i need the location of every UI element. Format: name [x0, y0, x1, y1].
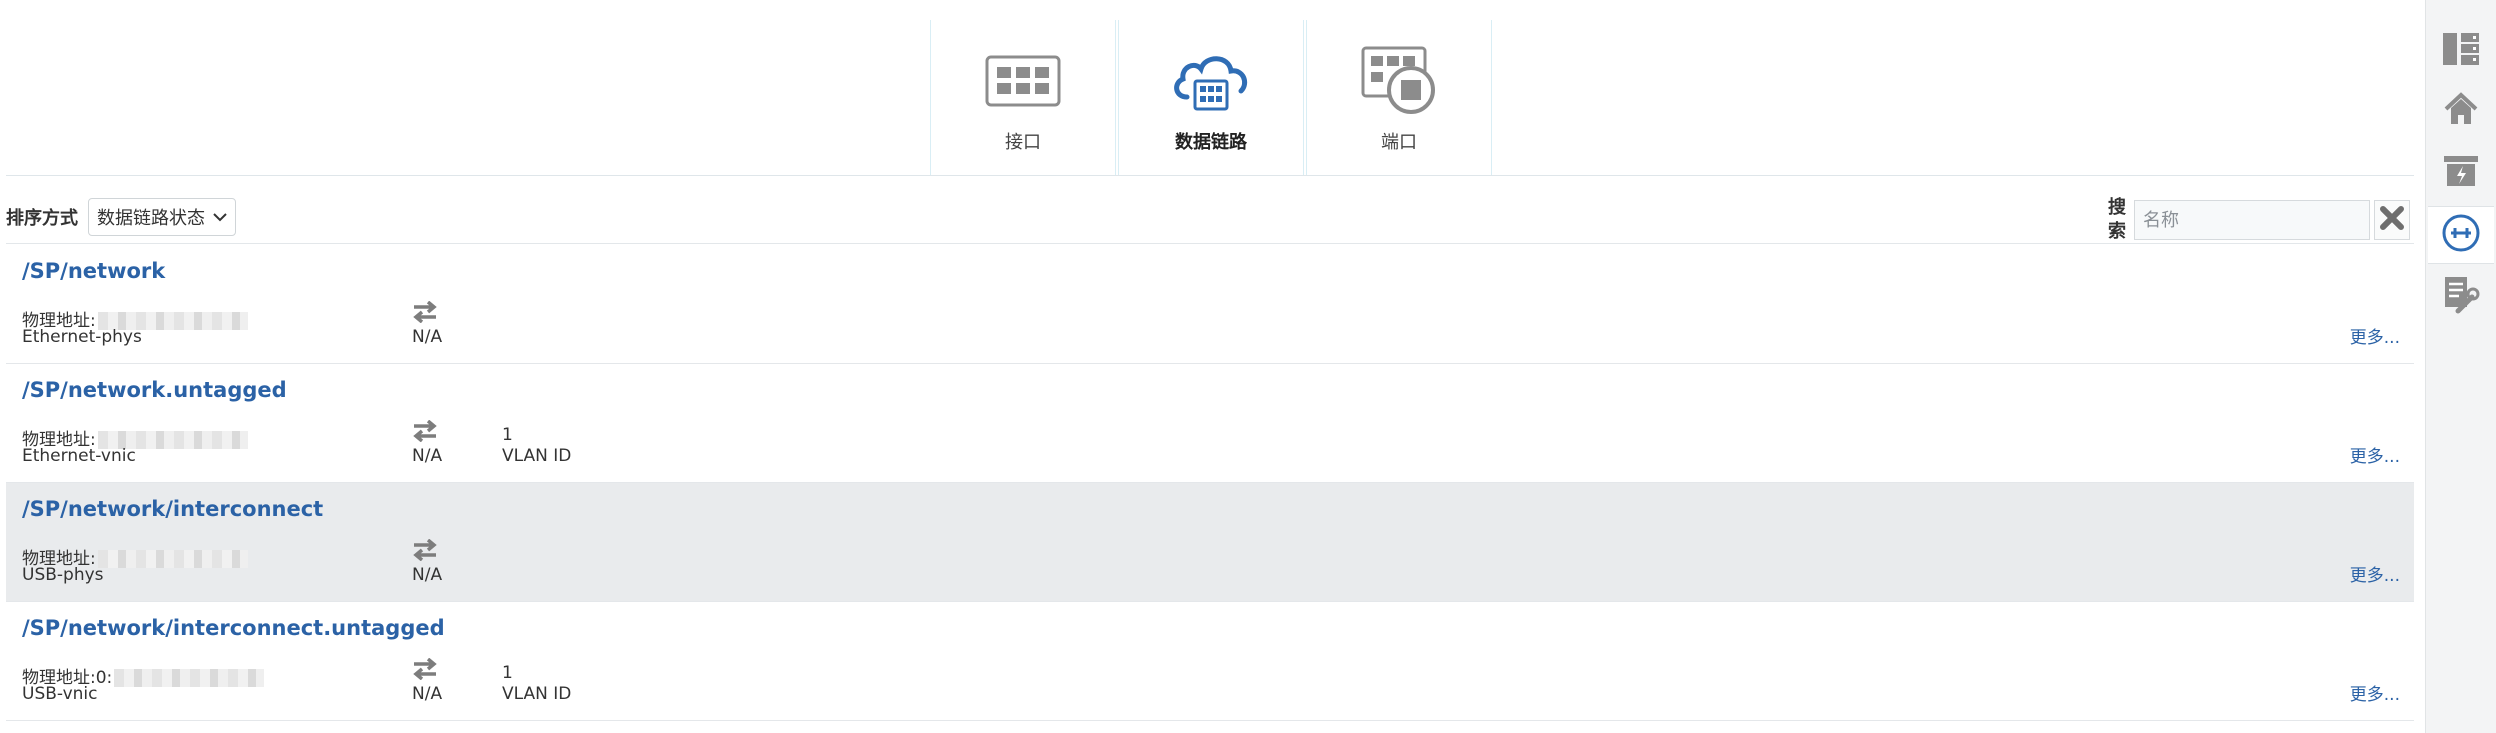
link-status: N/A	[412, 446, 443, 466]
address-value: 0:	[95, 668, 113, 688]
sort-label: 排序方式	[6, 208, 78, 229]
power-box-icon	[2442, 154, 2480, 192]
close-icon	[2379, 205, 2405, 235]
vlan-id-label: VLAN ID	[502, 446, 572, 466]
rail-button-power[interactable]	[2428, 144, 2494, 202]
sort-select[interactable]: 数据链路状态	[88, 198, 236, 236]
clear-search-button[interactable]	[2374, 200, 2410, 240]
redacted-mask	[97, 550, 248, 568]
vlan-id-value: 1	[502, 425, 513, 445]
right-nav-rail	[2425, 0, 2496, 733]
link-type: USB-vnic	[22, 684, 98, 704]
datalink-name-link[interactable]: /SP/network.untagged	[22, 378, 287, 402]
rail-button-maintenance[interactable]	[2428, 268, 2494, 326]
tab-label: 接口	[1005, 132, 1041, 153]
datalink-name-link[interactable]: /SP/network	[22, 259, 165, 283]
rail-button-network[interactable]	[2428, 206, 2494, 264]
grid-icon	[985, 46, 1061, 116]
toolbar-divider	[6, 243, 2414, 244]
datalink-name-link[interactable]: /SP/network/interconnect	[22, 497, 323, 521]
list-item: /SP/network 物理地址: Ethernet-phys N/A 更多..…	[6, 245, 2414, 364]
vlan-id-value: 1	[502, 663, 513, 683]
more-link[interactable]: 更多...	[2350, 323, 2400, 348]
tabs-divider	[6, 175, 2414, 176]
server-list-icon	[2441, 31, 2481, 71]
tab-ports[interactable]: 端口	[1306, 20, 1492, 175]
tab-label: 数据链路	[1175, 132, 1247, 153]
link-type: Ethernet-vnic	[22, 446, 136, 466]
link-type: Ethernet-phys	[22, 327, 142, 347]
rail-button-home[interactable]	[2428, 82, 2494, 140]
rail-button-servers[interactable]	[2428, 22, 2494, 80]
tab-interfaces[interactable]: 接口	[930, 20, 1116, 175]
link-status: N/A	[412, 327, 443, 347]
view-tabs: 接口 数据链路 端口	[930, 20, 1494, 175]
swap-arrows-icon	[412, 300, 438, 327]
home-icon	[2443, 91, 2479, 131]
link-type: USB-phys	[22, 565, 104, 585]
link-status: N/A	[412, 565, 443, 585]
list-item: /SP/network.untagged 物理地址: Ethernet-vnic…	[6, 364, 2414, 483]
redacted-mask	[114, 669, 265, 687]
datalink-list: /SP/network 物理地址: Ethernet-phys N/A 更多..…	[6, 245, 2414, 721]
swap-arrows-icon	[412, 419, 438, 446]
document-wrench-icon	[2442, 275, 2480, 319]
search-bar: 搜索	[2108, 196, 2410, 244]
link-status: N/A	[412, 684, 443, 704]
more-link[interactable]: 更多...	[2350, 680, 2400, 705]
more-link[interactable]: 更多...	[2350, 442, 2400, 467]
search-label: 搜索	[2108, 197, 2126, 242]
cloud-grid-icon	[1171, 46, 1251, 116]
list-item: /SP/network/interconnect.untagged 物理地址:0…	[6, 602, 2414, 721]
more-link[interactable]: 更多...	[2350, 561, 2400, 586]
app-root: 接口 数据链路 端口 排序方式 数据链路状态 搜索 名称 /SP/network…	[0, 0, 2496, 733]
datalink-name-link[interactable]: /SP/network/interconnect.untagged	[22, 616, 445, 640]
search-input[interactable]	[2134, 200, 2370, 240]
tab-datalinks[interactable]: 数据链路	[1118, 20, 1304, 175]
sort-bar: 排序方式 数据链路状态	[6, 198, 236, 236]
chevron-down-icon	[213, 212, 227, 222]
network-link-icon	[2441, 213, 2481, 257]
list-item: /SP/network/interconnect 物理地址: USB-phys …	[6, 483, 2414, 602]
sort-selected-value: 数据链路状态	[97, 208, 205, 229]
swap-arrows-icon	[412, 657, 438, 684]
swap-arrows-icon	[412, 538, 438, 565]
vlan-id-label: VLAN ID	[502, 684, 572, 704]
tab-label: 端口	[1381, 132, 1417, 153]
port-stop-icon	[1361, 46, 1437, 116]
